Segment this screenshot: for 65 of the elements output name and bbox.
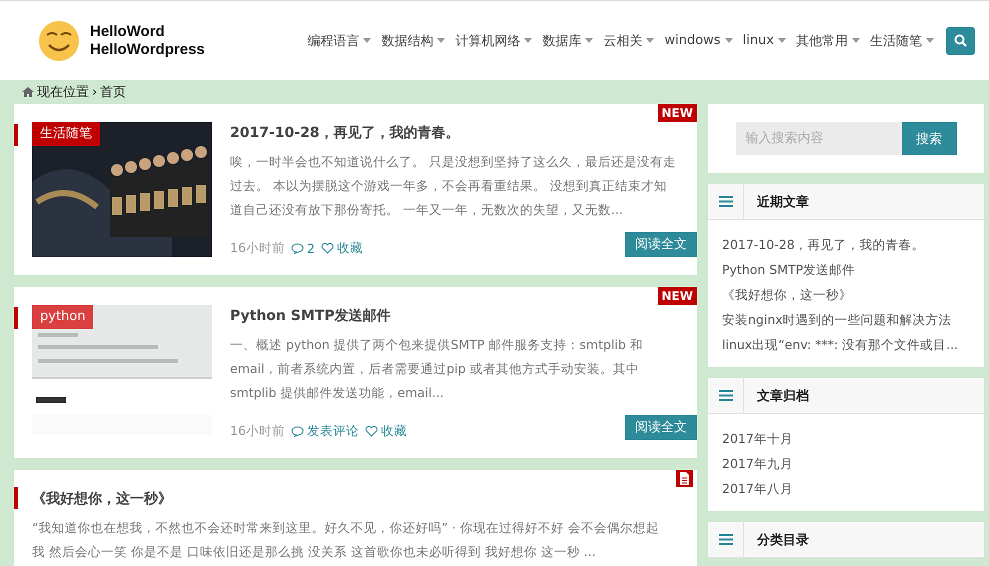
post-excerpt: 一、概述 python 提供了两个包来提供SMTP 邮件服务支持：smtplib 和 email，前者系统内置，后者需要通过pip 或者其他方式手动安装。其中smtplib 提供邮件发送功能，email... (230, 336, 644, 402)
breadcrumb-separator: › (92, 84, 98, 100)
post-time: 16小时前 (230, 423, 285, 440)
site-title: HelloWord (90, 22, 166, 40)
search-field[interactable]: 输入搜索内容 (736, 122, 902, 155)
home-icon (22, 87, 34, 97)
caret-icon (852, 38, 860, 43)
new-badge: NEW (658, 287, 697, 305)
caret-icon (646, 38, 654, 43)
widget-link[interactable]: linux出现“env: ***: 没有那个文件或目... (722, 332, 970, 357)
nav-item[interactable]: linux (742, 33, 786, 48)
widget-link[interactable]: 2017年八月 (722, 476, 970, 501)
caret-icon (524, 38, 532, 43)
post-excerpt: “我知道你也在想我，不然也不会还时常来到这里。好久不见，你还好吗” · 你现在过得好不好 会不会偶尔想起我 然后会心一笑 你是不是 口味依旧还是那么挑 没关系 这首歌你也未必听得到 我好想你 这一秒 ... (32, 519, 660, 561)
nav-item[interactable]: 云相关 (603, 32, 654, 50)
menu-icon (718, 534, 732, 545)
nav-item[interactable]: windows (664, 33, 733, 48)
new-badge: NEW (658, 104, 697, 122)
post-title[interactable]: Python SMTP发送邮件 (230, 305, 697, 327)
nav-item[interactable]: 生活随笔 (870, 32, 934, 50)
nav-item[interactable]: 计算机网络 (455, 32, 532, 50)
widget-title: 文章归档 (757, 388, 809, 404)
post-excerpt: 唉，一时半会也不知道说什么了。 只是没想到坚持了这么久，最后还是没有走过去。 本以为摆脱这个游戏一年多，不会再看重结果。 没想到真正结束才知道自己还没有放下那份寄托。 一年又一年，无数次的失望，又无数... (230, 153, 677, 219)
nav-item[interactable]: 数据结构 (381, 32, 446, 50)
widget-link[interactable]: 安装nginx时遇到的一些问题和解决方法 (722, 307, 970, 332)
category-tag[interactable]: python (32, 305, 94, 329)
caret-icon (363, 38, 372, 43)
widget-link[interactable]: 2017-10-28，再见了，我的青春。 (722, 232, 970, 257)
favorite-link[interactable]: 收藏 (320, 240, 363, 257)
widget-link[interactable]: 2017年九月 (722, 451, 970, 476)
widget-link[interactable]: 《我好想你，这一秒》 (722, 282, 970, 307)
comments-link[interactable]: 2 (290, 241, 315, 256)
favorite-link[interactable]: 收藏 (364, 423, 407, 440)
nav-item[interactable]: 其他常用 (796, 32, 860, 50)
comment-icon (290, 426, 304, 437)
heart-icon (320, 243, 334, 254)
logo-icon (38, 20, 80, 62)
caret-icon (585, 38, 594, 43)
read-more-button[interactable]: 阅读全文 (625, 415, 697, 440)
caret-icon (437, 38, 446, 43)
site-title: HelloWordpress (90, 40, 205, 58)
menu-icon (718, 390, 732, 401)
post-title[interactable]: 2017-10-28，再见了，我的青春。 (230, 122, 697, 144)
post-time: 16小时前 (230, 240, 285, 257)
caret-icon (926, 38, 934, 43)
search-submit-button[interactable]: 搜索 (902, 122, 956, 155)
search-button[interactable] (946, 26, 975, 54)
comment-icon (290, 243, 304, 254)
nav-item[interactable]: 编程语言 (307, 32, 372, 50)
category-tag[interactable]: 生活随笔 (32, 122, 100, 146)
nav-item[interactable]: 数据库 (542, 32, 594, 50)
comments-link[interactable]: 发表评论 (290, 423, 359, 440)
heart-icon (364, 426, 378, 437)
menu-icon (718, 196, 732, 207)
breadcrumb-item: 现在位置 (37, 84, 89, 101)
search-icon (954, 34, 967, 47)
read-more-button[interactable]: 阅读全文 (625, 232, 697, 257)
caret-icon (778, 38, 786, 43)
widget-title: 分类目录 (757, 532, 809, 548)
widget-link[interactable]: Python SMTP发送邮件 (722, 257, 970, 282)
breadcrumb-item[interactable]: 首页 (100, 83, 126, 101)
widget-title: 近期文章 (757, 194, 809, 210)
caret-icon (724, 38, 733, 43)
post-title[interactable]: 《我好想你，这一秒》 (32, 488, 697, 510)
widget-link[interactable]: 2017年十月 (722, 426, 970, 451)
